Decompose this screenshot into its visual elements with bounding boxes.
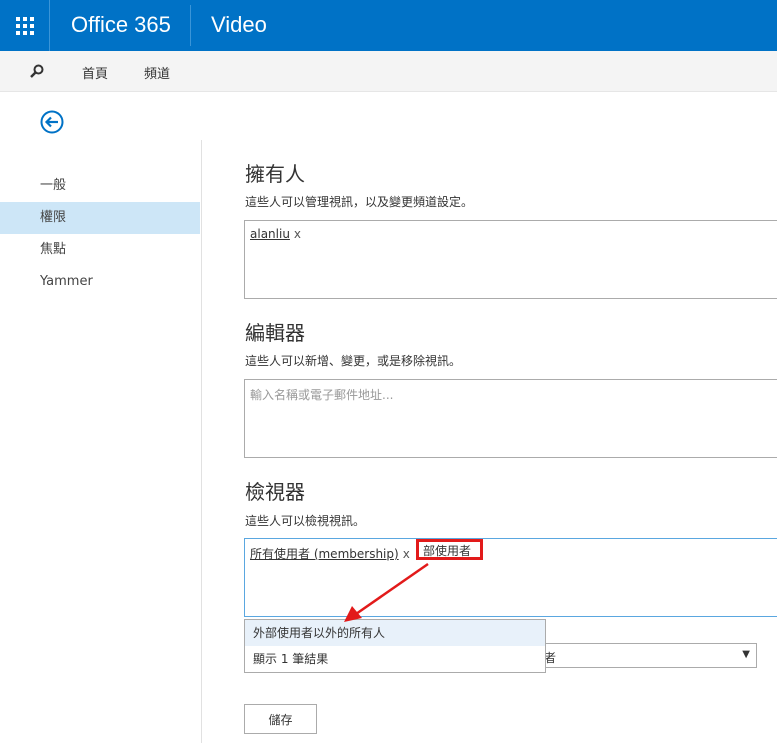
annotation-arrow-icon	[344, 562, 429, 622]
save-button[interactable]: 儲存	[244, 704, 317, 734]
